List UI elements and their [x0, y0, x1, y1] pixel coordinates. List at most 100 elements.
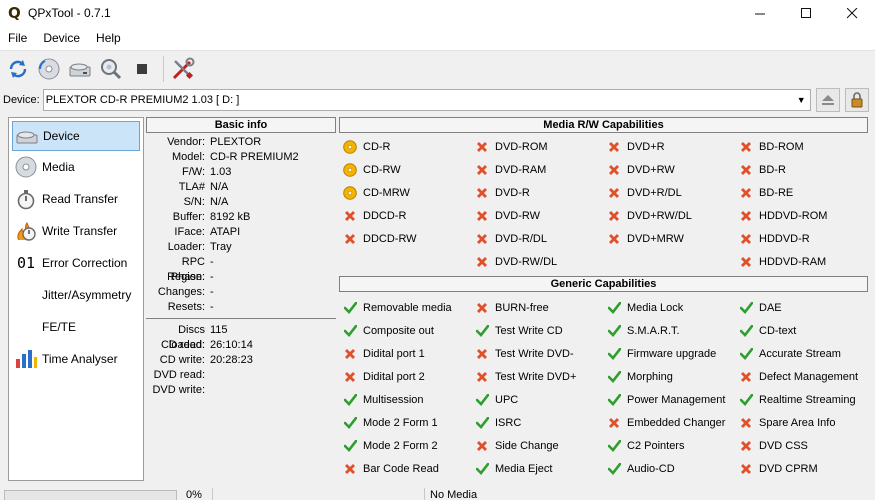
info-row: Model: CD-R PREMIUM2 [146, 150, 336, 165]
capability-label: S.M.A.R.T. [627, 324, 680, 337]
cross-icon [739, 370, 753, 384]
progress-percent: 0% [186, 489, 202, 500]
menu-help[interactable]: Help [88, 26, 129, 50]
refresh-button[interactable] [4, 55, 32, 83]
capability-item: Side Change [471, 434, 603, 457]
close-icon [846, 7, 857, 18]
lock-button[interactable] [844, 88, 869, 112]
capability-item: HDDVD-R [735, 227, 868, 250]
sidebar-item-fe-te[interactable]: FE/TE [9, 311, 143, 343]
capability-item: Morphing [603, 365, 735, 388]
settings-button[interactable] [169, 55, 197, 83]
capability-item [339, 250, 471, 273]
cross-icon [739, 163, 753, 177]
device-label: Device: [3, 94, 40, 106]
cross-icon [475, 301, 489, 315]
cross-icon [739, 416, 753, 430]
sidebar-item-error-correction[interactable]: 01 Error Correction [9, 247, 143, 279]
eject-button[interactable] [815, 88, 840, 112]
cross-icon [739, 186, 753, 200]
sidebar-item-label: FE/TE [42, 320, 77, 334]
info-row-value: - [210, 271, 214, 283]
capability-label: DDCD-R [363, 209, 407, 222]
sidebar-item-read-transfer[interactable]: Read Transfer [9, 183, 143, 215]
magnifier-icon [101, 58, 122, 79]
capability-label: Power Management [627, 393, 726, 406]
cross-icon [739, 232, 753, 246]
cross-icon [475, 370, 489, 384]
info-row: Vendor: PLEXTOR [146, 135, 336, 150]
sidebar-item-jitter-asymmetry[interactable]: Jitter/Asymmetry [9, 279, 143, 311]
capability-label: HDDVD-ROM [759, 209, 828, 222]
capability-item: DVD+MRW [603, 227, 735, 250]
capability-item: DVD-RW [471, 204, 603, 227]
flame-stopwatch-icon [14, 219, 38, 243]
capability-item: Power Management [603, 388, 735, 411]
status-divider [212, 488, 213, 500]
sidebar-item-time-analyser[interactable]: Time Analyser [9, 343, 143, 375]
sidebar-item-device[interactable]: Device [12, 121, 140, 151]
info-row-value: ATAPI [210, 226, 241, 238]
capability-label: Mode 2 Form 1 [363, 416, 438, 429]
capability-label: Removable media [363, 301, 452, 314]
capability-item: S.M.A.R.T. [603, 319, 735, 342]
info-divider [146, 318, 336, 319]
capability-item: Test Write DVD+ [471, 365, 603, 388]
info-row-key: TLA# [178, 181, 205, 193]
info-row: IFace: ATAPI [146, 225, 336, 240]
cross-icon [739, 439, 753, 453]
info-row: RPC Phase: - [146, 255, 336, 283]
menu-bar: File Device Help [0, 26, 875, 50]
capability-label: BD-ROM [759, 140, 804, 153]
capability-label: ISRC [495, 416, 522, 429]
drive-button[interactable] [66, 55, 94, 83]
device-select[interactable]: PLEXTOR CD-R PREMIUM2 1.03 [ D: ] ▼ [42, 89, 811, 111]
capability-label: Morphing [627, 370, 673, 383]
capabilities-panel: Media R/W Capabilities CD-R DVD-ROM DVD+R B… [339, 117, 868, 480]
capability-item: ISRC [471, 411, 603, 434]
check-icon [343, 439, 357, 453]
info-row-value: - [210, 256, 214, 268]
stop-button[interactable] [128, 55, 156, 83]
menu-file[interactable]: File [0, 26, 35, 50]
capability-label: DVD-ROM [495, 140, 548, 153]
capability-item: DVD-RAM [471, 158, 603, 181]
sidebar-item-label: Jitter/Asymmetry [42, 288, 132, 302]
title-bar: Q QPxTool - 0.7.1 [0, 0, 875, 26]
check-icon [343, 416, 357, 430]
eject-disc-button[interactable] [35, 55, 63, 83]
stats-row-key: CD read: [160, 339, 205, 351]
close-button[interactable] [829, 0, 875, 26]
capability-item: Test Write DVD- [471, 342, 603, 365]
check-icon [475, 393, 489, 407]
check-icon [739, 301, 753, 315]
sidebar-item-label: Media [42, 160, 75, 174]
cross-icon [343, 462, 357, 476]
capability-label: Multisession [363, 393, 424, 406]
capability-item: DVD-ROM [471, 135, 603, 158]
info-row: F/W: 1.03 [146, 165, 336, 180]
scan-button[interactable] [97, 55, 125, 83]
check-icon [607, 347, 621, 361]
disc-supported-icon [343, 139, 357, 154]
stats-row: DVD read: [146, 368, 336, 383]
01-icon: 01 [16, 254, 36, 272]
maximize-button[interactable] [783, 0, 829, 26]
capability-item: DAE [735, 296, 868, 319]
check-icon [739, 347, 753, 361]
sidebar-item-write-transfer[interactable]: Write Transfer [9, 215, 143, 247]
generic-caps-heading: Generic Capabilities [339, 276, 868, 292]
info-row-value: 1.03 [210, 166, 232, 178]
minimize-button[interactable] [737, 0, 783, 26]
capability-item: Didital port 2 [339, 365, 471, 388]
capability-label: BD-RE [759, 186, 794, 199]
sidebar-item-label: Write Transfer [42, 224, 118, 238]
sidebar-item-media[interactable]: Media [9, 151, 143, 183]
eject-icon [821, 95, 834, 105]
capability-item: BD-RE [735, 181, 868, 204]
stats-row-value [210, 383, 336, 398]
capability-label: DVD-RW [495, 209, 541, 222]
capability-label: Realtime Streaming [759, 393, 856, 406]
capability-label: Media Lock [627, 301, 684, 314]
menu-device[interactable]: Device [35, 26, 88, 50]
